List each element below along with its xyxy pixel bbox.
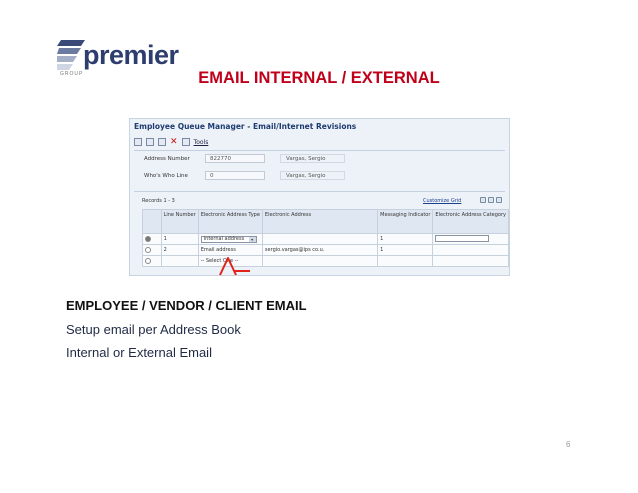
grid-header-bar: Records 1 - 3 Customize Grid bbox=[142, 197, 502, 206]
address-type-value: Internal address bbox=[203, 235, 245, 242]
email-grid: Line Number Electronic Address Type Elec… bbox=[142, 209, 509, 267]
red-arrow-icon bbox=[219, 257, 250, 276]
grid-col-line-number[interactable]: Line Number bbox=[160, 209, 199, 234]
tools-menu[interactable]: Tools bbox=[194, 139, 209, 146]
messaging-indicator[interactable]: 1 bbox=[377, 233, 434, 245]
grid-col-address-type[interactable]: Electronic Address Type bbox=[197, 209, 263, 234]
grid-col-address[interactable]: Electronic Address bbox=[261, 209, 379, 234]
row-radio[interactable] bbox=[145, 257, 151, 264]
table-row[interactable]: 1 Internal address ▾ 1 bbox=[142, 233, 509, 245]
grid-maximize-icon[interactable] bbox=[496, 197, 502, 203]
tools-icon[interactable] bbox=[181, 138, 190, 146]
table-row[interactable]: 2 Email address sergio.vargas@ips co.u. … bbox=[142, 244, 509, 256]
close-icon[interactable]: ✕ bbox=[170, 138, 178, 147]
logo-text: premier bbox=[83, 40, 179, 70]
row-radio[interactable] bbox=[145, 246, 151, 253]
bullet-line-1: Setup email per Address Book bbox=[66, 322, 241, 337]
premier-logo-mark-icon bbox=[57, 40, 85, 70]
divider bbox=[134, 191, 505, 192]
line-number: 2 bbox=[160, 244, 199, 256]
address-type-select[interactable]: Internal address ▾ bbox=[200, 235, 257, 243]
whos-who-name: Vargas, Sergio bbox=[286, 173, 326, 179]
line-number: 1 bbox=[160, 233, 199, 245]
address-category[interactable] bbox=[432, 244, 509, 256]
electronic-address[interactable] bbox=[261, 233, 379, 245]
electronic-address[interactable] bbox=[261, 255, 379, 267]
row-radio[interactable] bbox=[145, 235, 151, 242]
page-number: 6 bbox=[566, 440, 571, 449]
divider bbox=[134, 150, 505, 151]
bullet-line-2: Internal or External Email bbox=[66, 345, 212, 360]
customize-grid-link[interactable]: Customize Grid bbox=[423, 198, 461, 204]
address-number-field[interactable]: 822770 bbox=[205, 154, 265, 163]
address-number-label: Address Number bbox=[144, 156, 190, 162]
address-category[interactable] bbox=[432, 255, 509, 267]
grid-col-address-category[interactable]: Electronic Address Category bbox=[432, 209, 509, 234]
address-category-field[interactable] bbox=[435, 234, 490, 242]
messaging-indicator[interactable] bbox=[377, 255, 434, 267]
messaging-indicator[interactable]: 1 bbox=[377, 244, 434, 256]
grid-col-select bbox=[142, 209, 162, 234]
records-count: Records 1 - 3 bbox=[142, 198, 175, 204]
window-title: Employee Queue Manager - Email/Internet … bbox=[134, 122, 357, 131]
slide-title: EMAIL INTERNAL / EXTERNAL bbox=[198, 69, 440, 87]
address-number-name: Vargas, Sergio bbox=[286, 156, 326, 162]
delete-icon[interactable] bbox=[158, 138, 166, 146]
save-icon[interactable] bbox=[134, 138, 142, 146]
grid-filter-icon[interactable] bbox=[488, 197, 494, 203]
whos-who-label: Who's Who Line bbox=[144, 173, 188, 179]
electronic-address[interactable]: sergio.vargas@ips co.u. bbox=[261, 244, 379, 256]
line-number bbox=[160, 255, 199, 267]
section-heading: EMPLOYEE / VENDOR / CLIENT EMAIL bbox=[66, 298, 307, 313]
grid-col-messaging-indicator[interactable]: Messaging Indicator bbox=[377, 209, 434, 234]
toolbar: ✕ Tools bbox=[134, 136, 208, 148]
table-row[interactable]: -- Select One -- bbox=[142, 255, 509, 267]
grid-export-icon[interactable] bbox=[480, 197, 486, 203]
chevron-down-icon[interactable]: ▾ bbox=[248, 236, 256, 242]
whos-who-field[interactable]: 0 bbox=[205, 171, 265, 180]
copy-icon[interactable] bbox=[146, 138, 154, 146]
embedded-screenshot: Employee Queue Manager - Email/Internet … bbox=[129, 118, 510, 276]
